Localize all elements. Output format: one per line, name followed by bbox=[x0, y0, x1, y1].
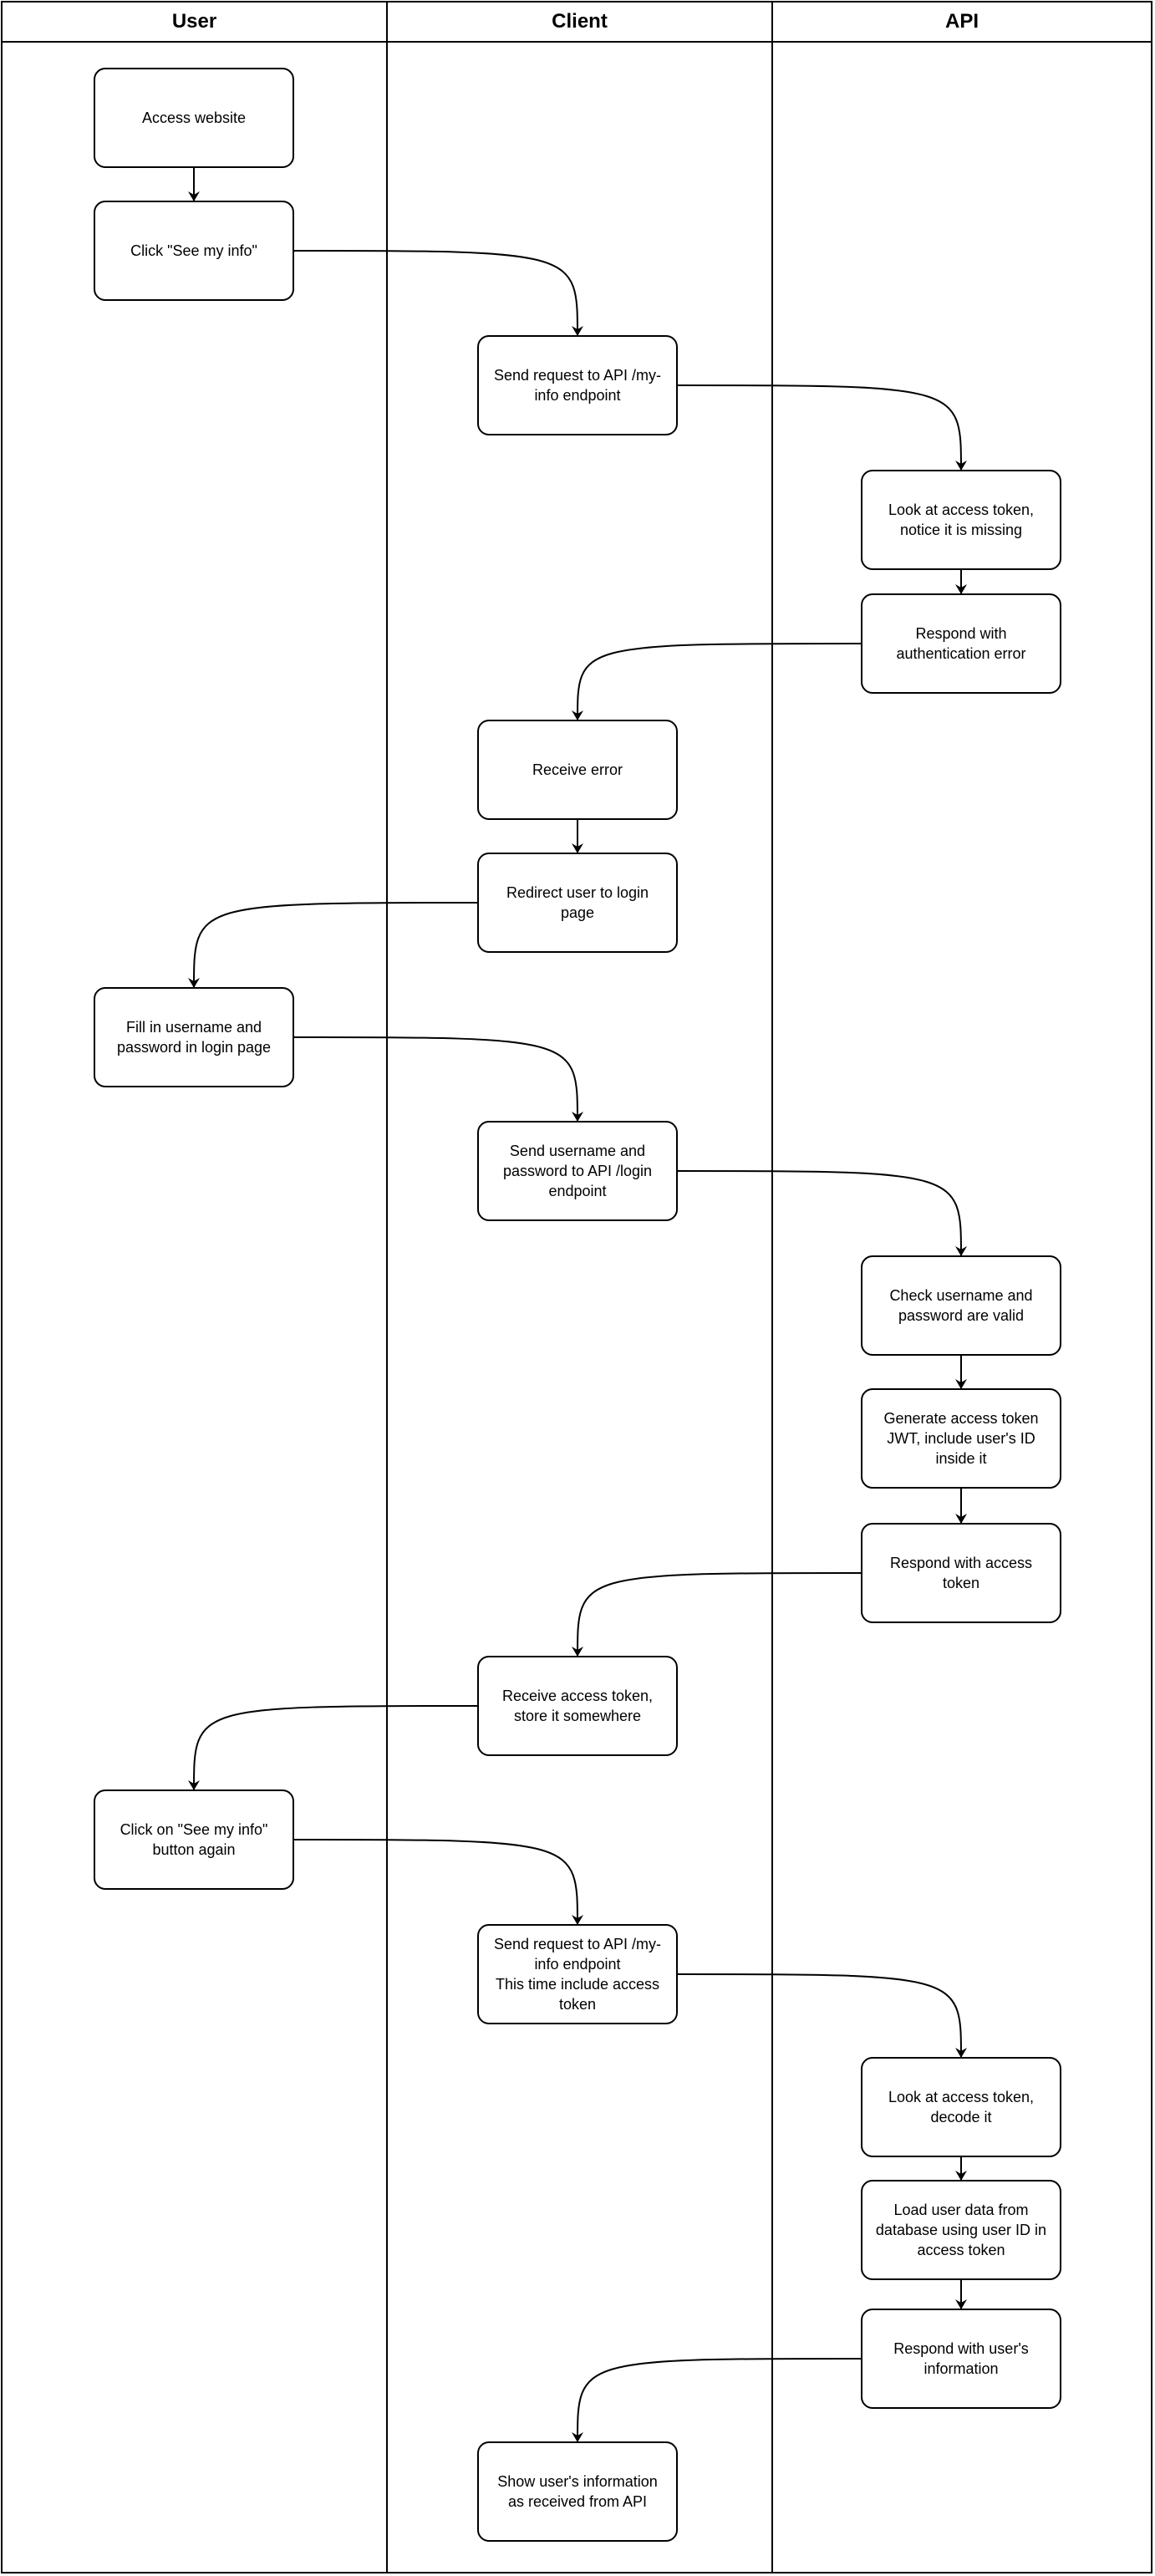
connector-arrow bbox=[572, 2358, 862, 2442]
process-step: Respond with authentication error bbox=[861, 593, 1061, 694]
connector-arrow bbox=[293, 1036, 583, 1122]
process-step: Respond with access token bbox=[861, 1523, 1061, 1623]
connector-arrow bbox=[188, 1705, 478, 1790]
connector-arrow bbox=[293, 1839, 583, 1925]
process-step: Click "See my info" bbox=[94, 201, 294, 301]
process-step: Receive error bbox=[477, 720, 678, 820]
process-step: Click on "See my info" button again bbox=[94, 1789, 294, 1890]
process-step: Look at access token, decode it bbox=[861, 2057, 1061, 2157]
process-step: Send username and password to API /login… bbox=[477, 1121, 678, 1221]
connector-arrow bbox=[677, 1170, 967, 1256]
process-step: Receive access token, store it somewhere bbox=[477, 1656, 678, 1756]
connector-arrow bbox=[188, 902, 478, 988]
process-step: Fill in username and password in login p… bbox=[94, 987, 294, 1087]
connector-arrow bbox=[677, 1973, 967, 2058]
process-step: Show user's information as received from… bbox=[477, 2441, 678, 2542]
process-step: Respond with user's information bbox=[861, 2309, 1061, 2409]
process-step: Access website bbox=[94, 68, 294, 168]
swimlane-diagram: User Client API Access website Click "See… bbox=[0, 0, 1155, 2576]
process-step: Load user data from database using user … bbox=[861, 2180, 1061, 2280]
process-step: Send request to API /my- info endpoint bbox=[477, 335, 678, 435]
process-step: Generate access token JWT, include user'… bbox=[861, 1388, 1061, 1489]
process-step: Redirect user to login page bbox=[477, 853, 678, 953]
connector-arrow bbox=[293, 250, 583, 336]
process-step: Look at access token, notice it is missi… bbox=[861, 470, 1061, 570]
process-step: Check username and password are valid bbox=[861, 1255, 1061, 1356]
connector-arrow bbox=[572, 1572, 862, 1657]
connector-arrow bbox=[677, 384, 967, 471]
connector-arrow bbox=[572, 643, 862, 720]
process-step: Send request to API /my- info endpoint T… bbox=[477, 1924, 678, 2024]
